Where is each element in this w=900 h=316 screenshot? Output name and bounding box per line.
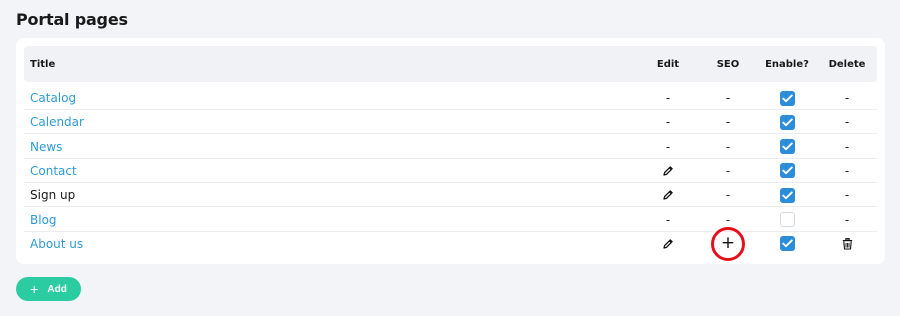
portal-pages-card: Title Edit SEO Enable? Delete Catalog - - -…	[16, 38, 885, 264]
plus-icon: +	[720, 233, 736, 254]
delete-dash: -	[844, 115, 850, 130]
plus-icon: +	[30, 281, 39, 297]
seo-dash: -	[725, 139, 731, 154]
add-button-label: Add	[47, 283, 67, 295]
checkmark-icon	[781, 142, 793, 151]
enable-checkbox[interactable]	[779, 187, 795, 203]
enable-checkbox[interactable]	[779, 114, 795, 130]
checkmark-icon	[781, 239, 793, 248]
enable-checkbox-cell	[757, 232, 817, 256]
page-title-link[interactable]: Calendar	[30, 110, 84, 134]
trash-icon[interactable]	[817, 232, 877, 256]
table-header: Title Edit SEO Enable? Delete	[24, 46, 877, 82]
delete-dash: -	[844, 163, 850, 178]
table-row: Blog - - -	[24, 208, 877, 232]
enable-checkbox[interactable]	[779, 90, 795, 106]
enable-checkbox-cell	[757, 183, 817, 207]
checkmark-icon	[781, 191, 793, 199]
seo-dash: -	[725, 115, 731, 130]
checkmark-icon	[781, 93, 793, 102]
table-row: Calendar - - -	[24, 110, 877, 135]
checkmark-icon	[781, 166, 793, 175]
pencil-icon[interactable]	[638, 159, 698, 183]
edit-dash: -	[665, 139, 671, 154]
enable-checkbox-cell	[757, 135, 817, 159]
edit-dash: -	[665, 91, 671, 105]
delete-dash: -	[844, 188, 850, 203]
column-header-title: Title	[30, 59, 56, 70]
enable-checkbox[interactable]	[779, 212, 795, 228]
column-header-edit: Edit	[656, 59, 680, 70]
page-title-link[interactable]: Blog	[30, 208, 57, 232]
column-header-delete: Delete	[828, 59, 866, 70]
edit-dash: -	[665, 115, 671, 130]
enable-checkbox[interactable]	[779, 163, 795, 179]
pencil-icon[interactable]	[638, 183, 698, 207]
table-row: Catalog - - -	[24, 86, 877, 110]
delete-dash: -	[844, 212, 850, 227]
enable-checkbox-cell	[757, 86, 817, 110]
table-row: News - - -	[24, 135, 877, 159]
page-title-link[interactable]: Catalog	[30, 86, 76, 110]
page-title-text: Sign up	[30, 188, 76, 203]
delete-dash: -	[844, 91, 850, 105]
enable-checkbox-cell	[757, 110, 817, 134]
edit-dash: -	[665, 212, 671, 227]
page-title-link[interactable]: Contact	[30, 159, 77, 183]
enable-checkbox-cell	[757, 159, 817, 183]
enable-checkbox[interactable]	[779, 139, 795, 155]
seo-dash: -	[725, 163, 731, 178]
page-title: Portal pages	[16, 10, 128, 29]
table-row: Sign up - -	[24, 183, 877, 208]
enable-checkbox-cell	[757, 208, 817, 232]
table-row: Contact - -	[24, 159, 877, 183]
seo-add-button[interactable]: +	[698, 226, 758, 261]
enable-checkbox[interactable]	[779, 236, 795, 252]
seo-dash: -	[725, 91, 731, 105]
table-row: About us +	[24, 226, 877, 261]
column-header-enable: Enable?	[765, 59, 809, 70]
column-header-seo: SEO	[716, 59, 740, 70]
page-title-link[interactable]: About us	[30, 232, 83, 256]
seo-dash: -	[725, 188, 731, 203]
delete-dash: -	[844, 139, 850, 154]
page-title-link[interactable]: News	[30, 135, 62, 159]
add-page-button[interactable]: + Add	[16, 277, 81, 301]
pencil-icon[interactable]	[638, 232, 698, 256]
checkmark-icon	[781, 118, 793, 126]
